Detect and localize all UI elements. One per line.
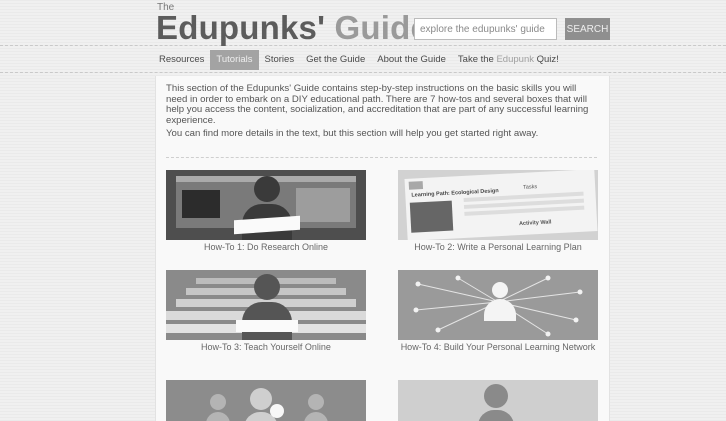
nav-item-get-the-guide[interactable]: Get the Guide — [300, 50, 371, 70]
intro-divider — [166, 157, 597, 158]
logo-word-edupunks: Edupunks' — [156, 9, 326, 46]
nav-item-stories[interactable]: Stories — [259, 50, 301, 70]
site-header: The Edupunks' Guide SEARCH Resources Tut… — [0, 0, 726, 76]
tutorial-thumbnail-6[interactable] — [398, 380, 598, 421]
quiz-prefix: Take the — [457, 54, 497, 65]
book-icon — [236, 320, 298, 332]
search-button[interactable]: SEARCH — [565, 18, 610, 40]
tutorial-caption-3[interactable]: How-To 3: Teach Yourself Online — [156, 342, 376, 352]
tutorial-thumbnail-2[interactable]: Learning Path: Ecological Design Tasks A… — [398, 170, 598, 240]
plan-activity-label: Activity Wall — [518, 219, 552, 228]
tutorial-thumbnail-5[interactable] — [166, 380, 366, 421]
intro-text: This section of the Edupunks' Guide cont… — [166, 83, 596, 140]
site-logo[interactable]: Edupunks' Guide — [156, 10, 429, 46]
intro-paragraph-1: This section of the Edupunks' Guide cont… — [166, 83, 589, 126]
learning-plan-screenshot: Learning Path: Ecological Design Tasks A… — [404, 170, 598, 240]
tutorial-thumbnail-4[interactable] — [398, 270, 598, 340]
quiz-suffix: Quiz! — [533, 54, 559, 65]
tutorial-thumbnail-1[interactable] — [166, 170, 366, 240]
intro-paragraph-2: You can find more details in the text, b… — [166, 128, 539, 140]
tutorial-thumbnail-3[interactable] — [166, 270, 366, 340]
nav-item-tutorials[interactable]: Tutorials — [210, 50, 259, 70]
search-input[interactable] — [414, 18, 557, 40]
main-nav: Resources Tutorials Stories Get the Guid… — [153, 50, 565, 70]
tutorial-caption-2[interactable]: How-To 2: Write a Personal Learning Plan — [388, 242, 608, 252]
quiz-highlight: Edupunk — [496, 54, 534, 65]
nav-item-quiz[interactable]: Take the Edupunk Quiz! — [452, 50, 565, 70]
nav-item-about-the-guide[interactable]: About the Guide — [371, 50, 452, 70]
plan-tasks-label: Tasks — [522, 184, 538, 191]
nav-item-resources[interactable]: Resources — [153, 50, 210, 70]
tutorial-caption-1[interactable]: How-To 1: Do Research Online — [156, 242, 376, 252]
tutorial-caption-4[interactable]: How-To 4: Build Your Personal Learning N… — [388, 342, 608, 352]
